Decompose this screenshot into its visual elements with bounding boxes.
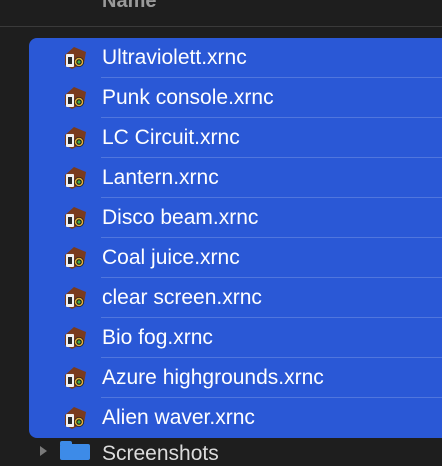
folder-name: Screenshots: [102, 442, 219, 465]
file-row-disco-beam[interactable]: Disco beam.xrnc: [29, 198, 442, 238]
file-row-coal-juice[interactable]: Coal juice.xrnc: [29, 238, 442, 278]
renoise-song-icon: [65, 47, 86, 69]
renoise-song-icon: [65, 287, 86, 309]
folder-icon: [60, 441, 90, 460]
file-row-lantern[interactable]: Lantern.xrnc: [29, 158, 442, 198]
file-name: Azure highgrounds.xrnc: [102, 366, 324, 389]
file-name: LC Circuit.xrnc: [102, 126, 240, 149]
renoise-song-icon: [65, 167, 86, 189]
renoise-song-icon: [65, 367, 86, 389]
folder-row-screenshots[interactable]: Screenshots: [0, 440, 442, 465]
file-name: Ultraviolett.xrnc: [102, 46, 247, 69]
file-name: Coal juice.xrnc: [102, 246, 240, 269]
renoise-song-icon: [65, 207, 86, 229]
renoise-song-icon: [65, 407, 86, 429]
name-column-header[interactable]: Name: [102, 0, 156, 13]
file-row-azure-highgrounds[interactable]: Azure highgrounds.xrnc: [29, 358, 442, 398]
file-row-bio-fog[interactable]: Bio fog.xrnc: [29, 318, 442, 358]
renoise-song-icon: [65, 247, 86, 269]
file-list-selection: Ultraviolett.xrnc Punk console.xrnc LC C…: [29, 38, 442, 438]
renoise-song-icon: [65, 87, 86, 109]
disclosure-triangle-icon[interactable]: [40, 446, 47, 456]
file-name: Lantern.xrnc: [102, 166, 219, 189]
file-name: clear screen.xrnc: [102, 286, 262, 309]
file-row-lc-circuit[interactable]: LC Circuit.xrnc: [29, 118, 442, 158]
file-row-ultraviolett[interactable]: Ultraviolett.xrnc: [29, 38, 442, 78]
renoise-song-icon: [65, 327, 86, 349]
file-row-alien-waver[interactable]: Alien waver.xrnc: [29, 398, 442, 438]
renoise-song-icon: [65, 127, 86, 149]
file-name: Bio fog.xrnc: [102, 326, 213, 349]
file-name: Punk console.xrnc: [102, 86, 274, 109]
file-name: Disco beam.xrnc: [102, 206, 259, 229]
file-name: Alien waver.xrnc: [102, 406, 255, 429]
file-row-clear-screen[interactable]: clear screen.xrnc: [29, 278, 442, 318]
file-row-punk-console[interactable]: Punk console.xrnc: [29, 78, 442, 118]
column-header: Name: [0, 0, 442, 27]
